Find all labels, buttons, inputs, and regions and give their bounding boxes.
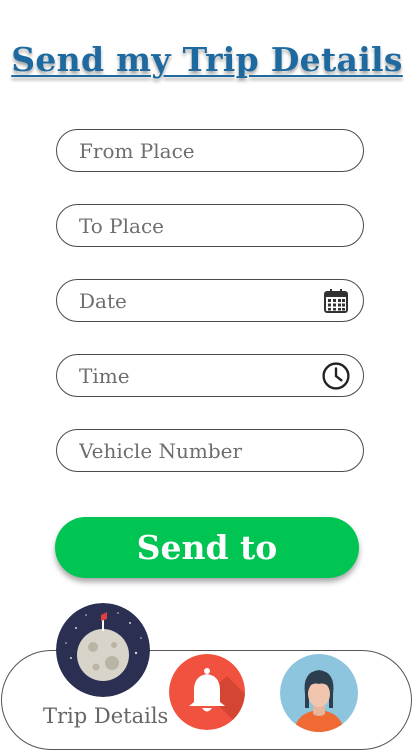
to-place-input[interactable] bbox=[57, 205, 309, 246]
tab-trip-details-label[interactable]: Trip Details bbox=[43, 704, 168, 728]
from-place-input[interactable] bbox=[57, 130, 309, 171]
tab-notifications[interactable] bbox=[169, 654, 245, 730]
calendar-icon[interactable] bbox=[323, 288, 349, 314]
moon-rocket-icon bbox=[56, 603, 150, 697]
tab-profile[interactable] bbox=[280, 654, 358, 732]
send-to-button[interactable]: Send to bbox=[55, 517, 359, 578]
date-field[interactable] bbox=[56, 279, 364, 322]
time-field[interactable] bbox=[56, 354, 364, 397]
page-title: Send my Trip Details bbox=[11, 40, 403, 79]
user-avatar-icon bbox=[280, 654, 358, 732]
clock-icon[interactable] bbox=[322, 362, 350, 390]
date-input[interactable] bbox=[57, 280, 309, 321]
from-place-field[interactable] bbox=[56, 129, 364, 172]
bell-icon bbox=[169, 654, 245, 730]
vehicle-number-input[interactable] bbox=[57, 430, 359, 471]
to-place-field[interactable] bbox=[56, 204, 364, 247]
tab-trip-details[interactable] bbox=[56, 603, 150, 697]
vehicle-number-field[interactable] bbox=[56, 429, 364, 472]
time-input[interactable] bbox=[57, 355, 309, 396]
